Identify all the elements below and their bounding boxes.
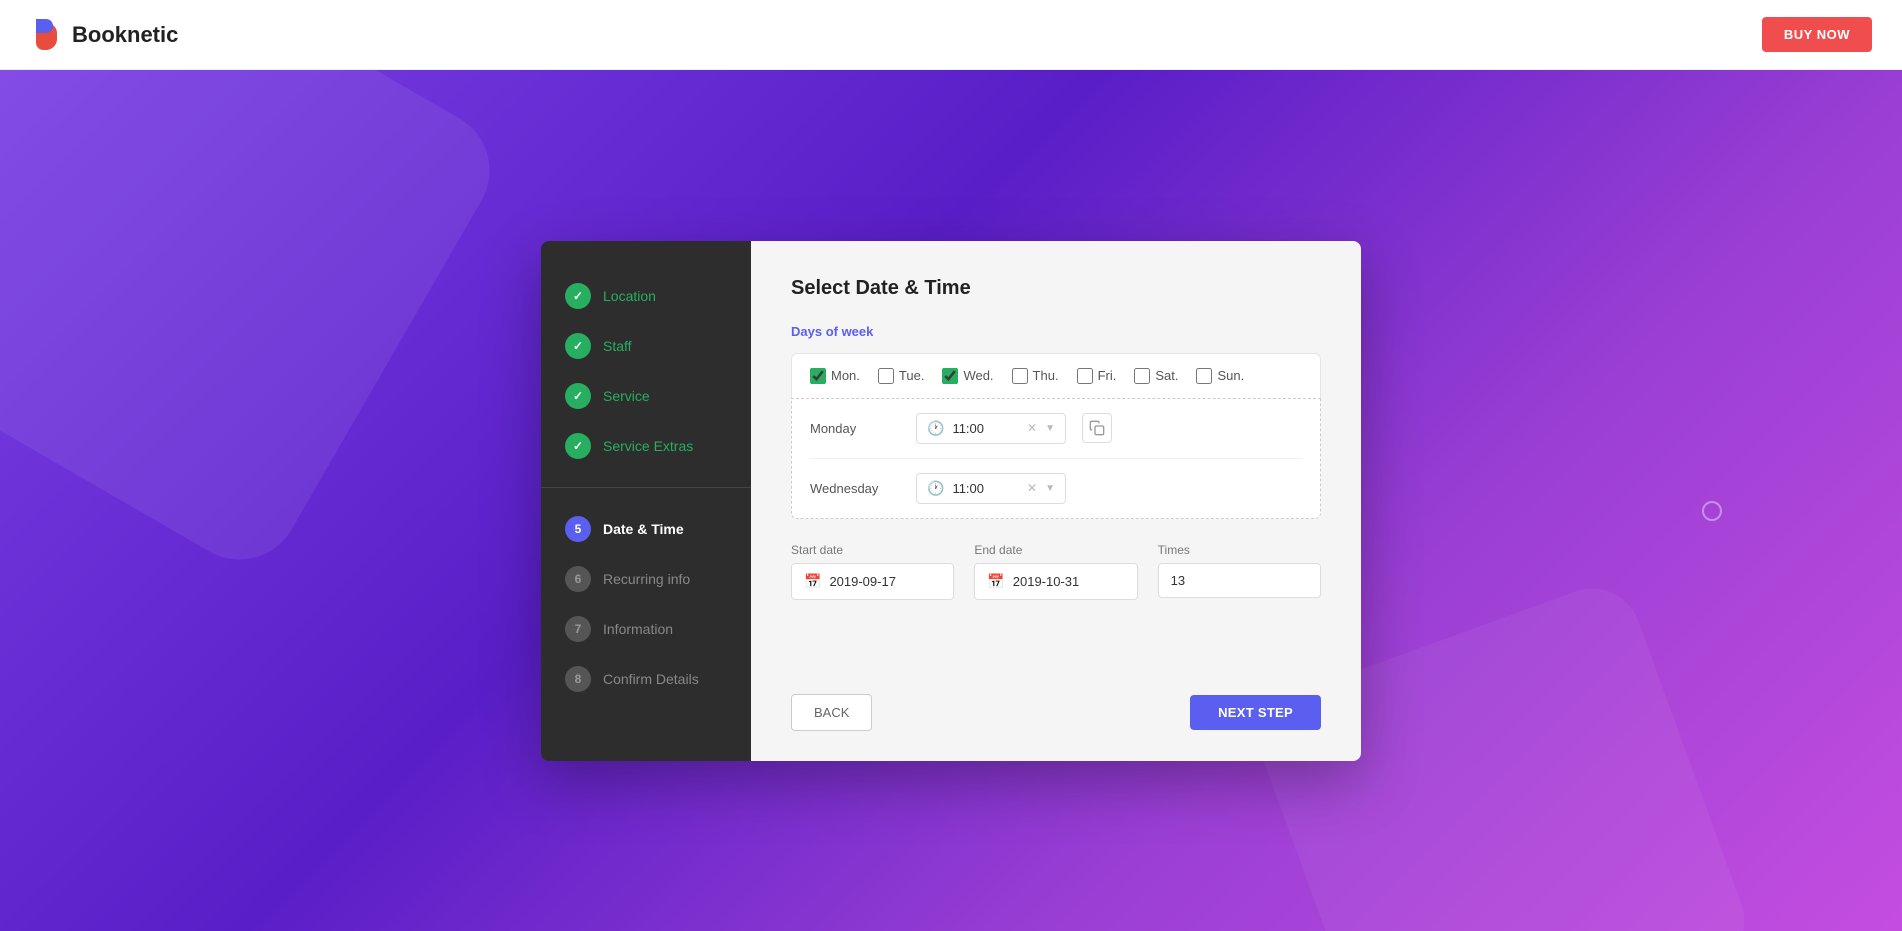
day-check-thu: Thu. <box>1012 368 1059 384</box>
day-label-sat[interactable]: Sat. <box>1155 368 1178 383</box>
sidebar-item-location[interactable]: ✓ Location <box>541 271 751 321</box>
start-date-value: 2019-09-17 <box>829 574 896 589</box>
checkbox-wed[interactable] <box>942 368 958 384</box>
navbar: Booknetic BUY NOW <box>0 0 1902 70</box>
time-row-wednesday: Wednesday 🕐 11:00 ✕ ▼ <box>810 459 1302 518</box>
end-date-label: End date <box>974 543 1137 557</box>
step-label-confirm-details: Confirm Details <box>603 671 699 687</box>
hero-background: ✓Location✓Staff✓Service✓Service Extras5D… <box>0 70 1902 931</box>
time-day-label-wednesday: Wednesday <box>810 481 900 496</box>
days-of-week-label: Days of week <box>791 324 1321 339</box>
step-label-service-extras: Service Extras <box>603 438 693 454</box>
sidebar-item-information[interactable]: 7 Information <box>541 604 751 654</box>
day-label-sun[interactable]: Sun. <box>1217 368 1244 383</box>
times-input[interactable]: 13 <box>1158 563 1321 598</box>
days-row: Mon. Tue. Wed. Thu. Fri. Sat. Sun. <box>791 353 1321 398</box>
time-section: Monday 🕐 11:00 ✕ ▼ Wednesday 🕐 11:00 ✕ ▼ <box>791 398 1321 519</box>
buy-now-button[interactable]: BUY NOW <box>1762 17 1872 52</box>
end-date-field: End date 📅 2019-10-31 <box>974 543 1137 600</box>
step-label-location: Location <box>603 288 656 304</box>
sidebar-divider <box>541 487 751 488</box>
step-label-date-time: Date & Time <box>603 521 684 537</box>
logo-area: Booknetic <box>30 17 178 53</box>
sidebar-item-date-time[interactable]: 5 Date & Time <box>541 504 751 554</box>
clock-icon: 🕐 <box>927 480 944 497</box>
logo-text: Booknetic <box>72 22 178 48</box>
checkbox-thu[interactable] <box>1012 368 1028 384</box>
back-button[interactable]: BACK <box>791 694 872 731</box>
logo-icon <box>30 17 62 53</box>
day-check-sat: Sat. <box>1134 368 1178 384</box>
calendar-icon: 📅 <box>804 573 821 590</box>
checkbox-fri[interactable] <box>1077 368 1093 384</box>
sidebar-item-service[interactable]: ✓ Service <box>541 371 751 421</box>
dates-row: Start date 📅 2019-09-17 End date 📅 2019-… <box>791 543 1321 600</box>
footer-actions: BACK NEXT STEP <box>791 664 1321 731</box>
start-date-input[interactable]: 📅 2019-09-17 <box>791 563 954 600</box>
time-value-wednesday: 11:00 <box>952 481 1019 496</box>
page-title: Select Date & Time <box>791 277 1321 300</box>
clear-icon-monday[interactable]: ✕ <box>1027 421 1037 435</box>
calendar-icon-2: 📅 <box>987 573 1004 590</box>
day-label-thu[interactable]: Thu. <box>1033 368 1059 383</box>
day-label-fri[interactable]: Fri. <box>1098 368 1117 383</box>
checkbox-mon[interactable] <box>810 368 826 384</box>
day-label-mon[interactable]: Mon. <box>831 368 860 383</box>
step-icon-service: ✓ <box>565 383 591 409</box>
clock-icon: 🕐 <box>927 420 944 437</box>
time-input-monday[interactable]: 🕐 11:00 ✕ ▼ <box>916 413 1066 444</box>
clear-icon-wednesday[interactable]: ✕ <box>1027 481 1037 495</box>
step-label-information: Information <box>603 621 673 637</box>
dropdown-icon-monday[interactable]: ▼ <box>1045 423 1055 434</box>
sidebar-item-service-extras[interactable]: ✓ Service Extras <box>541 421 751 471</box>
end-date-input[interactable]: 📅 2019-10-31 <box>974 563 1137 600</box>
checkbox-sat[interactable] <box>1134 368 1150 384</box>
checkbox-sun[interactable] <box>1196 368 1212 384</box>
start-date-label: Start date <box>791 543 954 557</box>
step-icon-date-time: 5 <box>565 516 591 542</box>
step-icon-information: 7 <box>565 616 591 642</box>
times-field: Times 13 <box>1158 543 1321 598</box>
day-label-tue[interactable]: Tue. <box>899 368 925 383</box>
day-check-tue: Tue. <box>878 368 925 384</box>
circle-decoration <box>1702 501 1722 521</box>
day-label-wed[interactable]: Wed. <box>963 368 993 383</box>
start-date-field: Start date 📅 2019-09-17 <box>791 543 954 600</box>
time-row-monday: Monday 🕐 11:00 ✕ ▼ <box>810 399 1302 459</box>
next-step-button[interactable]: NEXT STEP <box>1190 695 1321 730</box>
step-label-staff: Staff <box>603 338 632 354</box>
checkbox-tue[interactable] <box>878 368 894 384</box>
step-icon-service-extras: ✓ <box>565 433 591 459</box>
sidebar-item-recurring-info[interactable]: 6 Recurring info <box>541 554 751 604</box>
step-icon-recurring-info: 6 <box>565 566 591 592</box>
step-icon-staff: ✓ <box>565 333 591 359</box>
day-check-mon: Mon. <box>810 368 860 384</box>
times-label: Times <box>1158 543 1321 557</box>
sidebar-item-confirm-details[interactable]: 8 Confirm Details <box>541 654 751 704</box>
time-value-monday: 11:00 <box>952 421 1019 436</box>
step-icon-confirm-details: 8 <box>565 666 591 692</box>
booking-modal: ✓Location✓Staff✓Service✓Service Extras5D… <box>541 241 1361 761</box>
time-day-label-monday: Monday <box>810 421 900 436</box>
time-input-wednesday[interactable]: 🕐 11:00 ✕ ▼ <box>916 473 1066 504</box>
times-value: 13 <box>1171 573 1185 588</box>
end-date-value: 2019-10-31 <box>1013 574 1080 589</box>
day-check-fri: Fri. <box>1077 368 1117 384</box>
day-check-wed: Wed. <box>942 368 993 384</box>
main-content: Select Date & Time Days of week Mon. Tue.… <box>751 241 1361 761</box>
day-check-sun: Sun. <box>1196 368 1244 384</box>
dropdown-icon-wednesday[interactable]: ▼ <box>1045 483 1055 494</box>
step-label-service: Service <box>603 388 650 404</box>
step-label-recurring-info: Recurring info <box>603 571 690 587</box>
sidebar: ✓ Location ✓ Staff ✓ Service ✓ Service Extras 5D… <box>541 241 751 761</box>
copy-button[interactable] <box>1082 413 1112 443</box>
step-icon-location: ✓ <box>565 283 591 309</box>
sidebar-item-staff[interactable]: ✓ Staff <box>541 321 751 371</box>
